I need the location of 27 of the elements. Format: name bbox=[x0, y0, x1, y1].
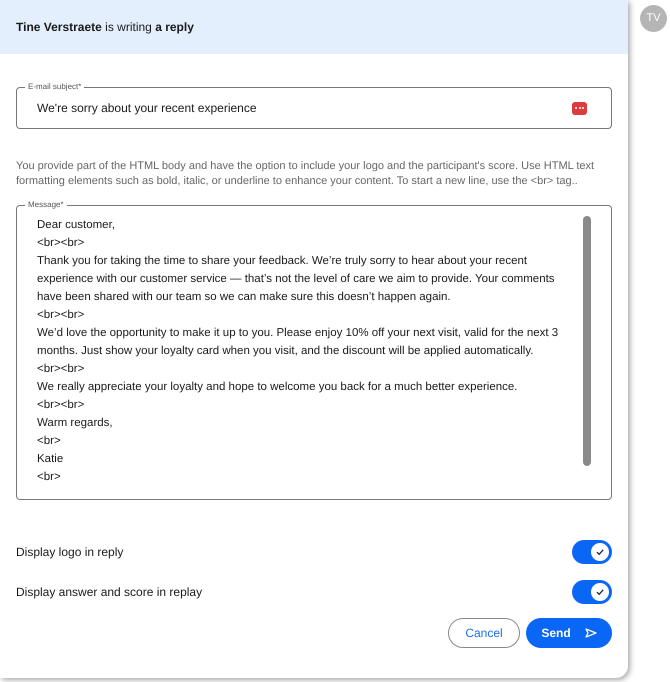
field-label: Message* bbox=[25, 199, 67, 211]
cancel-button[interactable]: Cancel bbox=[448, 618, 520, 648]
avatar: TV bbox=[640, 5, 667, 32]
message-line: Thank you for taking the time to share your feedback. We’re truly sorry to hear about your recent experience with our customer service — that’s not the level of care we aim to provide. Your comments have been shared with our team so we can make sure this doesn’t happen again. bbox=[37, 254, 556, 305]
message-line: <br> bbox=[37, 434, 62, 449]
send-icon bbox=[584, 628, 597, 638]
field-label: E-mail subject* bbox=[25, 81, 84, 93]
toggle-switch[interactable] bbox=[572, 580, 612, 604]
header-title: Tine Verstraete is writing a reply bbox=[16, 19, 194, 36]
check-icon bbox=[595, 547, 605, 557]
option-label: Display logo in reply bbox=[16, 544, 124, 561]
message-line: We really appreciate your loyalty and hope to welcome you back for a much better experience. bbox=[37, 380, 518, 395]
option-label: Display answer and score in replay bbox=[16, 584, 202, 601]
message-line: Katie bbox=[37, 452, 64, 467]
message-line: <br><br> bbox=[37, 398, 86, 413]
message-line: Warm regards, bbox=[37, 416, 114, 431]
message-line: <br><br> bbox=[37, 308, 86, 323]
subject-value: We're sorry about your recent experience bbox=[37, 100, 258, 117]
message-line: <br> bbox=[37, 470, 62, 485]
message-line: <br><br> bbox=[37, 362, 86, 377]
help-text: You provide part of the HTML body and have the option to include your logo and the participant's score. Use HTML text formatting elements such as bold, italic, or underline to enhance your content. To start a new line, use the <br> tag.. bbox=[16, 159, 596, 189]
check-icon bbox=[595, 587, 605, 597]
toggle-switch[interactable] bbox=[572, 540, 612, 564]
message-line: <br><br> bbox=[37, 236, 86, 251]
message-line: Dear customer, bbox=[37, 218, 116, 233]
send-button[interactable]: Send bbox=[526, 618, 612, 648]
message-line: We’d love the opportunity to make it up to you. Please enjoy 10% off your next visit, valid for the next 3 months. Just show your loyalty card when you visit, and the discount will be applied automatically. bbox=[37, 326, 560, 359]
